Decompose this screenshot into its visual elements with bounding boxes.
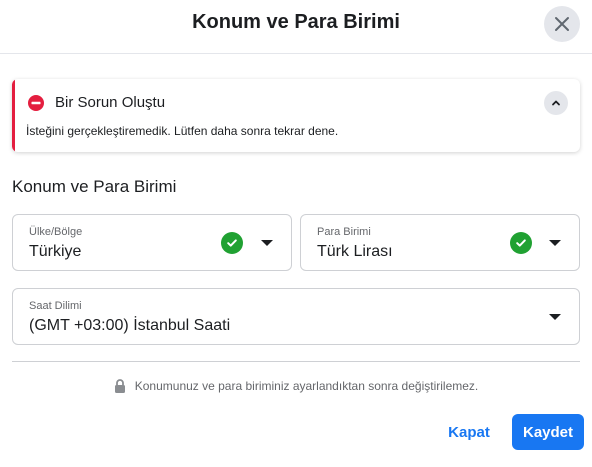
close-text-button[interactable]: Kapat (440, 416, 498, 448)
check-circle-icon (510, 232, 532, 254)
save-button[interactable]: Kaydet (512, 414, 584, 450)
country-value: Türkiye (29, 243, 82, 260)
currency-value: Türk Lirası (317, 243, 393, 260)
country-label: Ülke/Bölge (29, 226, 83, 238)
caret-down-icon (549, 240, 561, 246)
alert-title: Bir Sorun Oluştu (55, 94, 166, 111)
error-alert: Bir Sorun Oluştu İsteğini gerçekleştirem… (12, 79, 580, 152)
check-circle-icon (221, 232, 243, 254)
alert-accent-bar (12, 79, 15, 152)
timezone-label: Saat Dilimi (29, 300, 82, 312)
caret-down-icon (549, 314, 561, 320)
section-title: Konum ve Para Birimi (12, 177, 177, 196)
currency-label: Para Birimi (317, 226, 371, 238)
lock-note: Konumunuz ve para biriminiz ayarlandıkta… (0, 379, 592, 393)
country-select[interactable]: Ülke/Bölge Türkiye (12, 214, 292, 271)
lock-icon (114, 379, 126, 393)
close-button[interactable] (544, 6, 580, 42)
dialog-title: Konum ve Para Birimi (192, 11, 400, 33)
chevron-up-icon (552, 100, 560, 106)
close-icon (555, 17, 569, 31)
currency-select[interactable]: Para Birimi Türk Lirası (300, 214, 580, 271)
lock-note-text: Konumunuz ve para biriminiz ayarlandıkta… (134, 379, 479, 393)
caret-down-icon (261, 240, 273, 246)
timezone-value: (GMT +03:00) İstanbul Saati (29, 317, 231, 334)
location-currency-dialog: Konum ve Para Birimi Bir Sorun Oluştu İs… (0, 0, 592, 467)
error-icon (28, 95, 44, 111)
alert-collapse-button[interactable] (544, 91, 568, 115)
dialog-header: Konum ve Para Birimi (0, 0, 592, 54)
divider (12, 361, 580, 362)
timezone-select[interactable]: Saat Dilimi (GMT +03:00) İstanbul Saati (12, 288, 580, 345)
alert-message: İsteğini gerçekleştiremedik. Lütfen daha… (26, 124, 339, 138)
